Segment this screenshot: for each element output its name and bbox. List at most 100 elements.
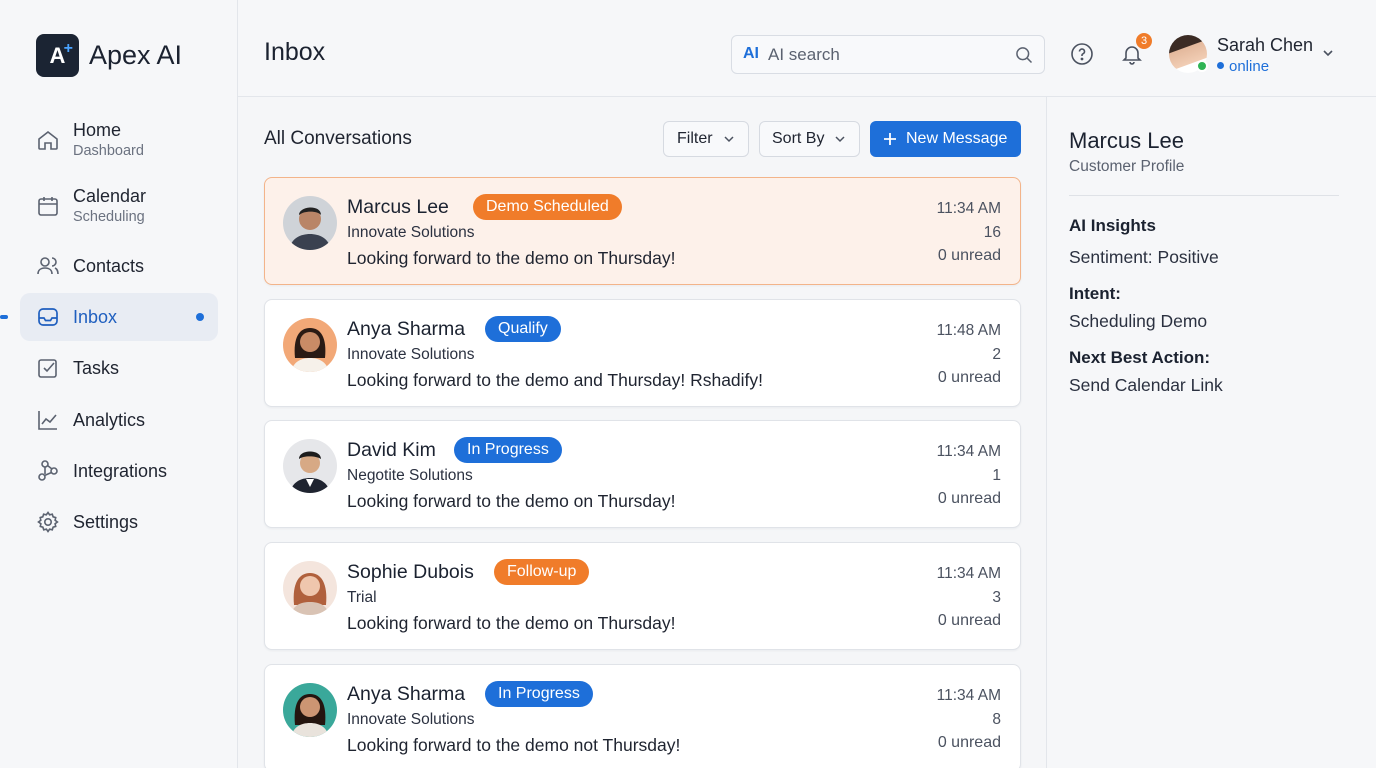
sort-label: Sort By — [772, 130, 825, 147]
chevron-down-icon — [835, 136, 845, 143]
sidebar-item-calendar[interactable]: Calendar Scheduling — [20, 180, 218, 232]
tasks-icon — [38, 359, 57, 378]
status-badge: Qualify — [485, 316, 561, 342]
profile-subtitle: Customer Profile — [1069, 158, 1185, 175]
conversation-item[interactable]: Marcus Lee Demo Scheduled Innovate Solut… — [264, 177, 1021, 285]
app-logo: A + — [36, 34, 79, 77]
contact-name: David Kim — [347, 439, 436, 461]
sidebar-item-sublabel: Dashboard — [73, 143, 144, 159]
sidebar: A + Apex AI Home Dashboard Calendar Sched… — [0, 0, 238, 768]
help-icon[interactable] — [1070, 42, 1094, 66]
sort-button[interactable]: Sort By — [759, 121, 860, 157]
filter-button[interactable]: Filter — [663, 121, 749, 157]
avatar — [283, 196, 337, 250]
notification-badge: 3 — [1134, 31, 1154, 51]
message-preview: Looking forward to the demo on Thursday! — [347, 613, 676, 633]
sidebar-item-tasks[interactable]: Tasks — [20, 344, 218, 392]
customer-profile-panel: Marcus Lee Customer Profile AI Insights … — [1046, 97, 1376, 768]
conversation-item[interactable]: David Kim In Progress Negotite Solutions… — [264, 420, 1021, 528]
company-name: Innovate Solutions — [347, 224, 475, 241]
new-message-button[interactable]: New Message — [870, 121, 1021, 157]
sidebar-item-contacts[interactable]: Contacts — [20, 242, 218, 290]
timestamp: 11:34 AM — [936, 200, 1001, 217]
avatar — [283, 561, 337, 615]
sidebar-item-label: Home — [73, 120, 122, 140]
sidebar-item-settings[interactable]: Settings — [20, 498, 218, 546]
company-name: Trial — [347, 589, 377, 606]
integrations-icon — [38, 460, 58, 481]
company-name: Negotite Solutions — [347, 467, 473, 484]
conversation-item[interactable]: Anya Sharma In Progress Innovate Solutio… — [264, 664, 1021, 768]
unread-count: 0 unread — [937, 612, 1001, 629]
conversation-list-panel: All Conversations Filter Sort By New Mes… — [238, 97, 1046, 768]
ai-icon: AI — [743, 45, 759, 62]
brand[interactable]: A + Apex AI — [36, 34, 182, 77]
user-name[interactable]: Sarah Chen — [1217, 35, 1313, 56]
inbox-icon — [38, 308, 58, 326]
message-preview: Looking forward to the demo on Thursday! — [347, 248, 676, 268]
search-input[interactable] — [768, 44, 998, 66]
new-message-label: New Message — [906, 130, 1008, 147]
sidebar-item-inbox[interactable]: Inbox — [20, 293, 218, 341]
message-preview: Looking forward to the demo and Thursday… — [347, 370, 764, 390]
user-presence: online — [1217, 58, 1269, 75]
sidebar-item-sublabel: Scheduling — [73, 209, 145, 225]
search-bar[interactable]: AI — [731, 35, 1045, 74]
profile-name: Marcus Lee — [1069, 128, 1184, 153]
message-count: 8 — [992, 711, 1001, 728]
sentiment-value: Sentiment: Positive — [1069, 247, 1219, 267]
logo-plus-icon: + — [63, 40, 73, 57]
sidebar-item-label: Settings — [73, 512, 139, 532]
intent-value: Scheduling Demo — [1069, 311, 1208, 331]
sidebar-item-label: Tasks — [73, 358, 120, 378]
sidebar-item-label: Inbox — [73, 307, 118, 327]
app-name: Apex AI — [89, 40, 183, 70]
gear-icon — [37, 511, 59, 533]
message-preview: Looking forward to the demo not Thursday… — [347, 735, 681, 755]
sidebar-item-label: Integrations — [73, 461, 168, 481]
sidebar-item-home[interactable]: Home Dashboard — [20, 114, 218, 166]
top-header: Inbox AI 3 Sarah Chen online — [238, 0, 1376, 97]
unread-count: 0 unread — [937, 369, 1001, 386]
avatar — [283, 439, 337, 493]
status-badge: In Progress — [485, 681, 593, 707]
status-badge: Demo Scheduled — [473, 194, 622, 220]
contacts-icon — [37, 257, 59, 275]
message-preview: Looking forward to the demo on Thursday! — [347, 491, 676, 511]
avatar — [283, 318, 337, 372]
contact-name: Anya Sharma — [347, 318, 466, 340]
conversation-item[interactable]: Sophie Dubois Follow-up Trial Looking fo… — [264, 542, 1021, 650]
unread-count: 0 unread — [937, 490, 1001, 507]
company-name: Innovate Solutions — [347, 711, 475, 728]
message-count: 16 — [983, 224, 1001, 241]
message-count: 1 — [992, 467, 1001, 484]
timestamp: 11:34 AM — [936, 565, 1001, 582]
intent-label: Intent: — [1069, 284, 1121, 303]
unread-count: 0 unread — [937, 247, 1001, 264]
timestamp: 11:34 AM — [936, 443, 1001, 460]
page-title: Inbox — [264, 38, 326, 66]
conversation-item[interactable]: Anya Sharma Qualify Innovate Solutions L… — [264, 299, 1021, 407]
online-status-dot — [1196, 60, 1208, 72]
message-count: 2 — [992, 346, 1001, 363]
chevron-down-icon[interactable] — [1321, 46, 1335, 60]
search-icon[interactable] — [1014, 45, 1034, 65]
sidebar-item-integrations[interactable]: Integrations — [20, 447, 218, 495]
contact-name: Sophie Dubois — [347, 561, 474, 583]
next-best-action-label: Next Best Action: — [1069, 348, 1211, 367]
divider — [1069, 195, 1339, 196]
unread-dot — [196, 313, 204, 321]
next-best-action-value[interactable]: Send Calendar Link — [1069, 375, 1223, 396]
contact-name: Anya Sharma — [347, 683, 466, 705]
sidebar-item-label: Calendar — [73, 186, 147, 206]
status-badge: In Progress — [454, 437, 562, 463]
timestamp: 11:34 AM — [936, 687, 1001, 704]
message-count: 3 — [992, 589, 1001, 606]
filter-label: Filter — [677, 130, 713, 147]
timestamp: 11:48 AM — [936, 322, 1001, 339]
sidebar-item-analytics[interactable]: Analytics — [20, 396, 218, 444]
active-indicator — [0, 315, 8, 319]
contact-name: Marcus Lee — [347, 196, 449, 218]
calendar-icon — [38, 197, 58, 216]
ai-insights-heading: AI Insights — [1069, 216, 1156, 235]
